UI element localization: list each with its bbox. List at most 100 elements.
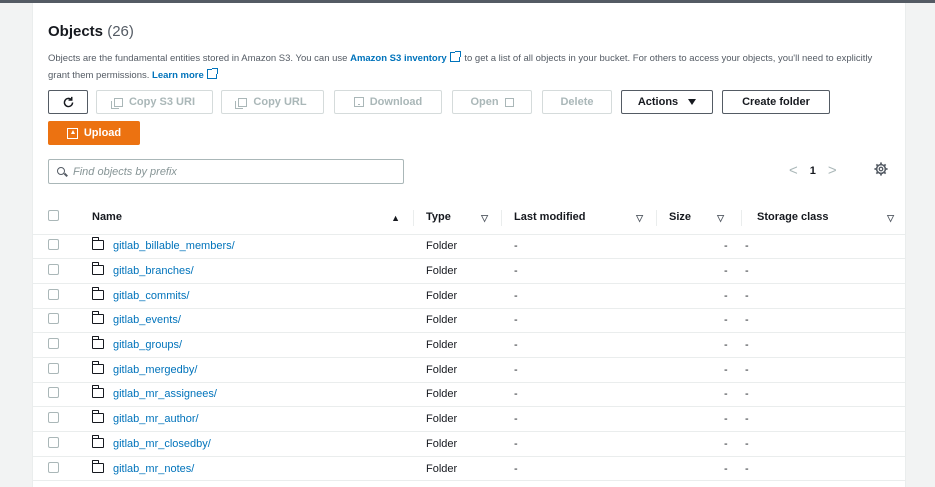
- open-button[interactable]: Open: [452, 90, 532, 114]
- external-link-icon[interactable]: [206, 68, 218, 79]
- object-size: -: [724, 289, 728, 302]
- external-link-icon[interactable]: [449, 51, 461, 62]
- folder-icon: [91, 385, 104, 399]
- object-name-link[interactable]: gitlab_commits/: [113, 290, 189, 302]
- copy-icon: [235, 97, 248, 109]
- refresh-button[interactable]: [48, 90, 88, 114]
- object-name-link[interactable]: gitlab_mr_assignees/: [113, 388, 217, 400]
- upload-label: Upload: [83, 127, 122, 139]
- prev-page-button[interactable]: <: [789, 162, 798, 179]
- upload-icon: [66, 127, 78, 139]
- object-type: Folder: [426, 462, 458, 475]
- copy-url-button[interactable]: Copy URL: [221, 90, 324, 114]
- row-checkbox[interactable]: [48, 436, 59, 448]
- select-all-checkbox[interactable]: [48, 210, 59, 222]
- sort-icon[interactable]: ▽: [887, 213, 894, 224]
- copy-s3-uri-label: Copy S3 URI: [128, 96, 195, 108]
- row-checkbox[interactable]: [48, 313, 59, 325]
- object-storage-class: -: [745, 388, 749, 401]
- sort-icon[interactable]: ▽: [481, 213, 488, 224]
- row-checkbox[interactable]: [48, 461, 59, 473]
- object-type: Folder: [426, 413, 458, 426]
- object-name-link[interactable]: gitlab_mergedby/: [113, 364, 197, 376]
- object-type: Folder: [426, 265, 458, 278]
- object-size: -: [724, 462, 728, 475]
- folder-icon: [91, 434, 104, 448]
- column-last-modified-label: Last modified: [514, 211, 586, 224]
- folder-icon: [91, 311, 104, 325]
- copy-url-label: Copy URL: [253, 96, 307, 108]
- object-storage-class: -: [745, 314, 749, 327]
- object-size: -: [724, 240, 728, 253]
- external-link-icon: [504, 97, 514, 107]
- object-storage-class: -: [745, 437, 749, 450]
- folder-icon: [91, 286, 104, 300]
- row-checkbox[interactable]: [48, 412, 59, 424]
- settings-gear-icon[interactable]: [874, 162, 888, 176]
- object-last-modified: -: [514, 462, 518, 475]
- row-checkbox[interactable]: [48, 362, 59, 374]
- description-text-1: Objects are the fundamental entities sto…: [48, 53, 351, 64]
- column-storage-class-header[interactable]: Storage class ▽: [742, 201, 906, 234]
- column-last-modified-header[interactable]: Last modified ▽: [502, 201, 657, 234]
- refresh-icon: [63, 96, 73, 107]
- table-row[interactable]: gitlab_billable_members/ Folder - - -: [33, 234, 906, 259]
- table-row[interactable]: gitlab_mr_assignees/ Folder - - -: [33, 382, 906, 407]
- next-page-button[interactable]: >: [828, 162, 837, 179]
- download-button[interactable]: Download: [334, 90, 442, 114]
- inventory-link[interactable]: Amazon S3 inventory: [350, 53, 447, 64]
- objects-description: Objects are the fundamental entities sto…: [48, 50, 893, 84]
- table-row[interactable]: gitlab_groups/ Folder - - -: [33, 333, 906, 358]
- table-row[interactable]: gitlab_mr_closedby/ Folder - - -: [33, 432, 906, 457]
- object-storage-class: -: [745, 240, 749, 253]
- row-checkbox[interactable]: [48, 338, 59, 350]
- sort-ascending-icon[interactable]: ▲: [391, 213, 400, 223]
- column-name-header[interactable]: Name ▲: [79, 201, 414, 234]
- object-name-link[interactable]: gitlab_groups/: [113, 339, 182, 351]
- table-row[interactable]: gitlab_mr_author/ Folder - - -: [33, 407, 906, 432]
- object-storage-class: -: [745, 462, 749, 475]
- sort-icon[interactable]: ▽: [636, 213, 643, 224]
- column-type-header[interactable]: Type ▽: [414, 201, 502, 234]
- object-name-link[interactable]: gitlab_mr_notes/: [113, 463, 194, 475]
- table-row[interactable]: gitlab_commits/ Folder - - -: [33, 283, 906, 309]
- object-name-link[interactable]: gitlab_mr_author/: [113, 413, 199, 425]
- actions-dropdown[interactable]: Actions: [621, 90, 713, 114]
- table-row[interactable]: gitlab_branches/ Folder - - -: [33, 259, 906, 284]
- object-type: Folder: [426, 437, 458, 450]
- current-page[interactable]: 1: [810, 165, 816, 177]
- create-folder-button[interactable]: Create folder: [722, 90, 830, 114]
- table-row[interactable]: gitlab_mr_notes/ Folder - - -: [33, 456, 906, 481]
- learn-more-link[interactable]: Learn more: [152, 70, 204, 81]
- folder-icon: [91, 336, 104, 350]
- column-size-header[interactable]: Size ▽: [657, 201, 742, 234]
- object-last-modified: -: [514, 437, 518, 450]
- object-name-link[interactable]: gitlab_billable_members/: [113, 240, 235, 252]
- object-name-link[interactable]: gitlab_events/: [113, 314, 181, 326]
- object-name-link[interactable]: gitlab_mr_closedby/: [113, 438, 211, 450]
- row-checkbox[interactable]: [48, 288, 59, 300]
- object-last-modified: -: [514, 413, 518, 426]
- object-last-modified: -: [514, 363, 518, 376]
- object-size: -: [724, 388, 728, 401]
- column-name-label: Name: [92, 211, 122, 224]
- search-box[interactable]: [48, 159, 404, 184]
- object-last-modified: -: [514, 265, 518, 278]
- delete-button[interactable]: Delete: [542, 90, 612, 114]
- row-checkbox[interactable]: [48, 264, 59, 276]
- copy-s3-uri-button[interactable]: Copy S3 URI: [96, 90, 213, 114]
- object-size: -: [724, 413, 728, 426]
- row-checkbox[interactable]: [48, 239, 59, 251]
- table-row[interactable]: gitlab_mergedby/ Folder - - -: [33, 357, 906, 383]
- sort-icon[interactable]: ▽: [717, 213, 724, 224]
- object-last-modified: -: [514, 314, 518, 327]
- object-name-link[interactable]: gitlab_branches/: [113, 265, 194, 277]
- objects-header: Objects (26): [48, 23, 134, 41]
- upload-button[interactable]: Upload: [48, 121, 140, 145]
- column-size-label: Size: [669, 211, 692, 224]
- objects-table: Name ▲ Type ▽ Last modified ▽ Size ▽ Sto…: [33, 201, 906, 481]
- search-input[interactable]: [73, 165, 393, 178]
- download-label: Download: [369, 96, 423, 108]
- row-checkbox[interactable]: [48, 387, 59, 399]
- table-row[interactable]: gitlab_events/ Folder - - -: [33, 308, 906, 333]
